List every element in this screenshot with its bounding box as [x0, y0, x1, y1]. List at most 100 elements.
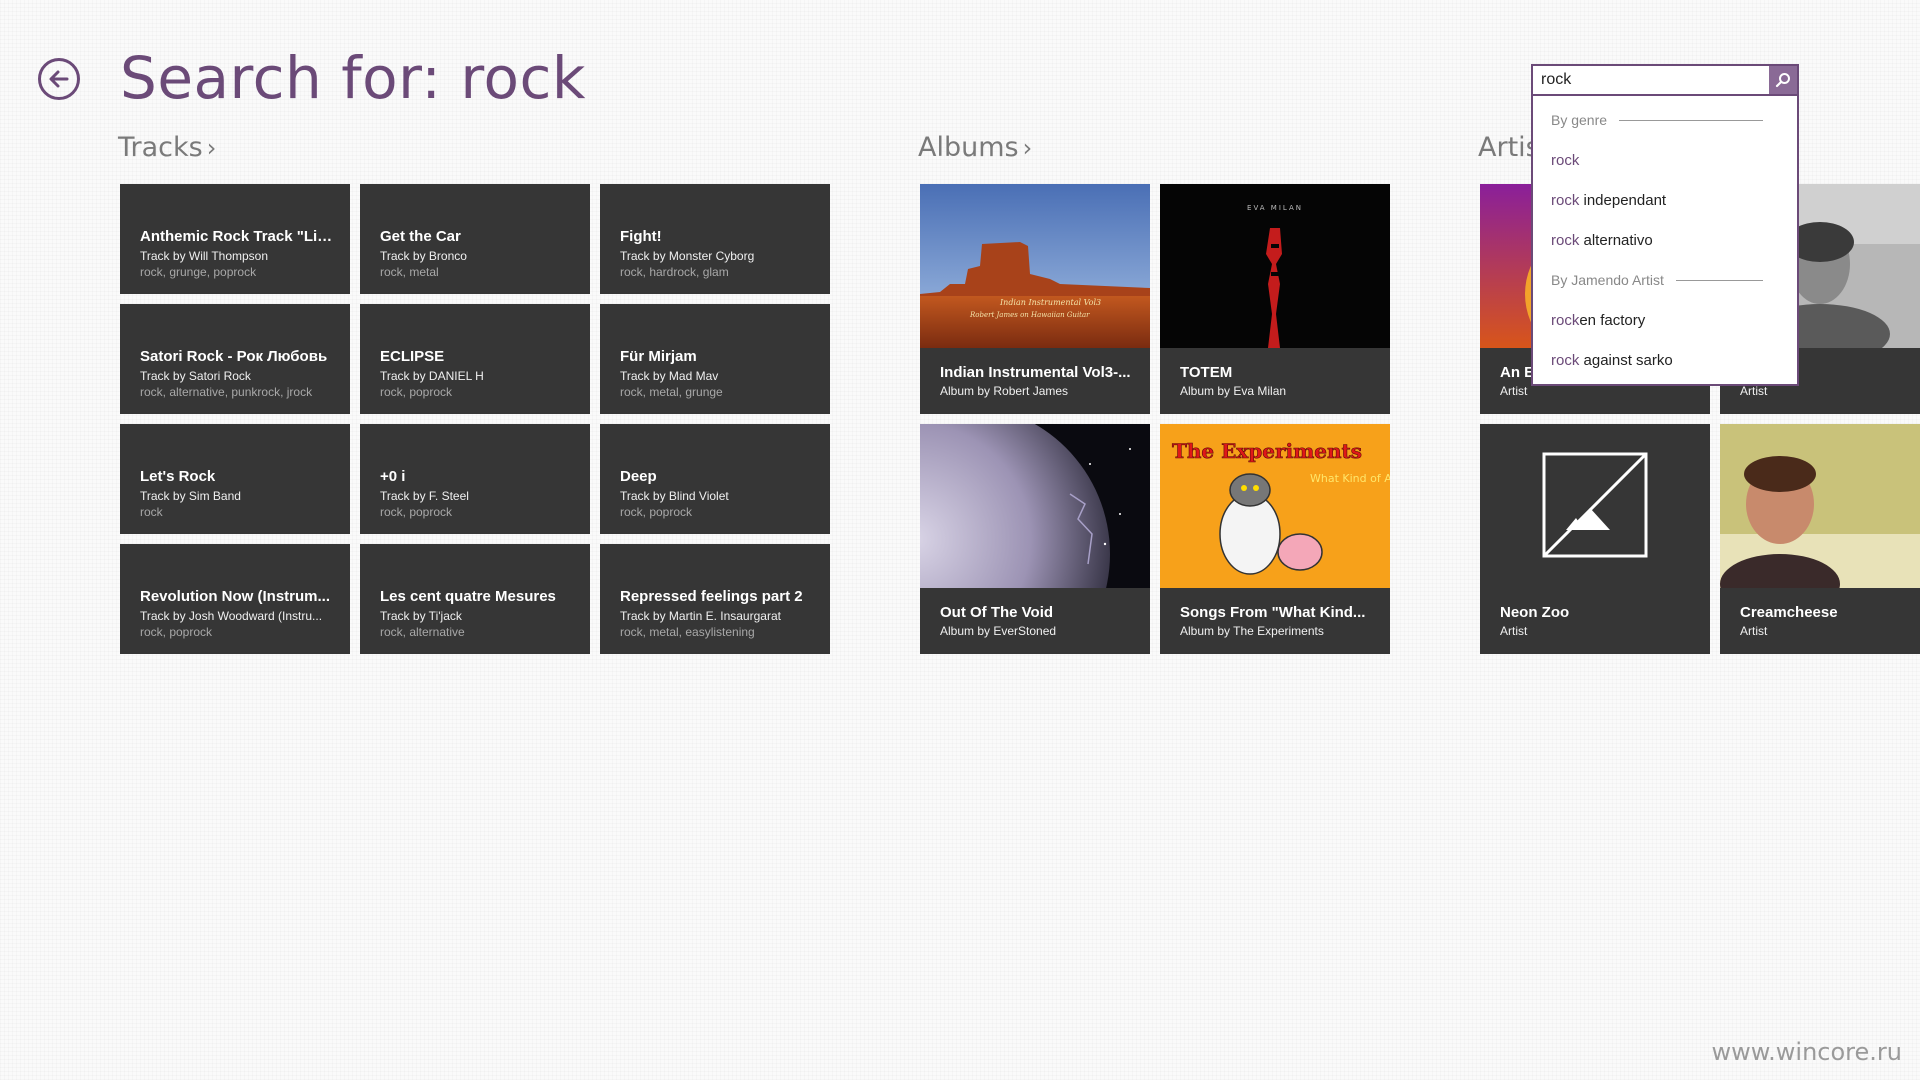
- track-title: Für Mirjam: [620, 348, 697, 365]
- back-button[interactable]: [38, 58, 80, 100]
- search-button[interactable]: [1769, 66, 1797, 94]
- album-tile[interactable]: EVA MILAN TOTEM Album by Eva Milan: [1160, 184, 1390, 414]
- track-artist: Track by Satori Rock: [140, 369, 251, 383]
- track-tags: rock, metal, easylistening: [620, 625, 755, 639]
- track-artist: Track by Will Thompson: [140, 249, 269, 263]
- artist-name: Neon Zoo: [1500, 604, 1570, 621]
- track-artist: Track by Mad Mav: [620, 369, 719, 383]
- track-tags: rock, poprock: [380, 505, 453, 519]
- album-title: Songs From "What Kind...: [1180, 604, 1366, 621]
- tracks-header-label: Tracks: [118, 132, 203, 163]
- track-tile[interactable]: Deep Track by Blind Violet rock, poprock: [600, 424, 830, 534]
- suggestion-rest: en factory: [1579, 312, 1646, 329]
- album-cover-totem: EVA MILAN: [1160, 184, 1390, 348]
- track-artist: Track by Monster Cyborg: [620, 249, 755, 263]
- artist-placeholder-icon: [1480, 424, 1710, 588]
- album-art-text: Indian Instrumental Vol3: [999, 298, 1101, 307]
- track-title: Deep: [620, 468, 657, 485]
- track-tile[interactable]: Repressed feelings part 2 Track by Marti…: [600, 544, 830, 654]
- page-title: Search for: rock: [120, 44, 586, 112]
- chevron-right-icon: ›: [206, 134, 217, 162]
- album-art-text: What Kind of Animal ?: [1310, 472, 1390, 485]
- suggestion-rest: alternativo: [1579, 232, 1653, 249]
- track-artist: Track by Josh Woodward (Instru...: [140, 609, 323, 623]
- suggestion-item[interactable]: rock independant: [1551, 192, 1666, 209]
- back-arrow-icon: [49, 70, 69, 88]
- album-title: Out Of The Void: [940, 604, 1054, 621]
- track-tile[interactable]: Für Mirjam Track by Mad Mav rock, metal,…: [600, 304, 830, 414]
- suggestion-item[interactable]: rock alternativo: [1551, 232, 1653, 249]
- album-title: TOTEM: [1180, 364, 1233, 381]
- albums-section-header[interactable]: Albums ›: [918, 132, 1032, 163]
- album-art-text: The Experiments: [1172, 439, 1362, 463]
- track-tags: rock, hardrock, glam: [620, 265, 729, 279]
- artist-name: Creamcheese: [1740, 604, 1838, 621]
- track-tile[interactable]: Let's Rock Track by Sim Band rock: [120, 424, 350, 534]
- chevron-right-icon: ›: [1022, 134, 1033, 162]
- track-title: Let's Rock: [140, 468, 216, 485]
- album-tile[interactable]: The Experiments What Kind of Animal ? So…: [1160, 424, 1390, 654]
- suggestion-match: rock: [1551, 152, 1580, 169]
- search-box: [1531, 64, 1799, 96]
- divider: [1619, 119, 1763, 121]
- album-cover-planet: [920, 424, 1150, 588]
- track-title: Satori Rock - Рок Любовь: [140, 348, 328, 365]
- track-artist: Track by F. Steel: [380, 489, 469, 503]
- divider: [1675, 279, 1763, 281]
- track-title: +0 i: [380, 468, 406, 485]
- album-artist: Album by Robert James: [940, 384, 1069, 398]
- album-art-text: EVA MILAN: [1247, 204, 1303, 212]
- track-title: Revolution Now (Instrum...: [140, 588, 330, 605]
- album-title: Indian Instrumental Vol3-...: [940, 364, 1131, 381]
- track-tags: rock, poprock: [140, 625, 213, 639]
- album-artist: Album by The Experiments: [1180, 624, 1324, 638]
- track-artist: Track by Martin E. Insaurgarat: [620, 609, 781, 623]
- track-artist: Track by Sim Band: [140, 489, 241, 503]
- track-tags: rock: [140, 505, 163, 519]
- album-cover-desert: Indian Instrumental Vol3 Robert James on…: [920, 184, 1150, 348]
- track-title: ECLIPSE: [380, 348, 445, 365]
- artist-label: Artist: [1500, 384, 1528, 398]
- suggestion-group-label: By genre: [1551, 112, 1608, 128]
- search-suggestions: By genre rock rock independant rock alte…: [1531, 96, 1799, 386]
- suggestion-group-header: By genre: [1551, 112, 1763, 128]
- suggestion-group-header: By Jamendo Artist: [1551, 272, 1763, 288]
- track-title: Fight!: [620, 228, 662, 245]
- search-input[interactable]: [1533, 66, 1769, 94]
- album-tile[interactable]: Out Of The Void Album by EverStoned: [920, 424, 1150, 654]
- album-tile[interactable]: Indian Instrumental Vol3 Robert James on…: [920, 184, 1150, 414]
- suggestion-item[interactable]: rocken factory: [1551, 312, 1645, 329]
- track-tags: rock, grunge, poprock: [140, 265, 257, 279]
- track-artist: Track by DANIEL H: [380, 369, 484, 383]
- watermark: www.wincore.ru: [1711, 1038, 1902, 1066]
- track-tags: rock, poprock: [620, 505, 693, 519]
- album-artist: Album by Eva Milan: [1180, 384, 1287, 398]
- track-tile[interactable]: ECLIPSE Track by DANIEL H rock, poprock: [360, 304, 590, 414]
- artist-label: Artist: [1500, 624, 1528, 638]
- album-artist: Album by EverStoned: [940, 624, 1057, 638]
- tracks-section-header[interactable]: Tracks ›: [118, 132, 216, 163]
- track-tile[interactable]: Revolution Now (Instrum... Track by Josh…: [120, 544, 350, 654]
- track-artist: Track by Bronco: [380, 249, 467, 263]
- track-tags: rock, metal, grunge: [620, 385, 723, 399]
- track-tile[interactable]: +0 i Track by F. Steel rock, poprock: [360, 424, 590, 534]
- suggestion-rest: against sarko: [1579, 352, 1673, 369]
- track-tile[interactable]: Anthemic Rock Track "Lig... Track by Wil…: [120, 184, 350, 294]
- track-tile[interactable]: Satori Rock - Рок Любовь Track by Satori…: [120, 304, 350, 414]
- track-tile[interactable]: Les cent quatre Mesures Track by Ti'jack…: [360, 544, 590, 654]
- track-tile[interactable]: Fight! Track by Monster Cyborg rock, har…: [600, 184, 830, 294]
- artist-tile[interactable]: Neon Zoo Artist: [1480, 424, 1710, 654]
- suggestion-item[interactable]: rock against sarko: [1551, 352, 1673, 369]
- track-title: Get the Car: [380, 228, 461, 245]
- track-tile[interactable]: Get the Car Track by Bronco rock, metal: [360, 184, 590, 294]
- track-tags: rock, metal: [380, 265, 439, 279]
- track-title: Les cent quatre Mesures: [380, 588, 556, 605]
- artist-label: Artist: [1740, 624, 1768, 638]
- track-tags: rock, alternative: [380, 625, 465, 639]
- suggestion-item[interactable]: rock: [1551, 152, 1579, 169]
- track-tags: rock, alternative, punkrock, jrock: [140, 385, 313, 399]
- suggestion-match: rock: [1551, 352, 1580, 369]
- albums-header-label: Albums: [918, 132, 1019, 163]
- artist-tile[interactable]: Creamcheese Artist: [1720, 424, 1920, 654]
- suggestion-group-label: By Jamendo Artist: [1551, 272, 1664, 288]
